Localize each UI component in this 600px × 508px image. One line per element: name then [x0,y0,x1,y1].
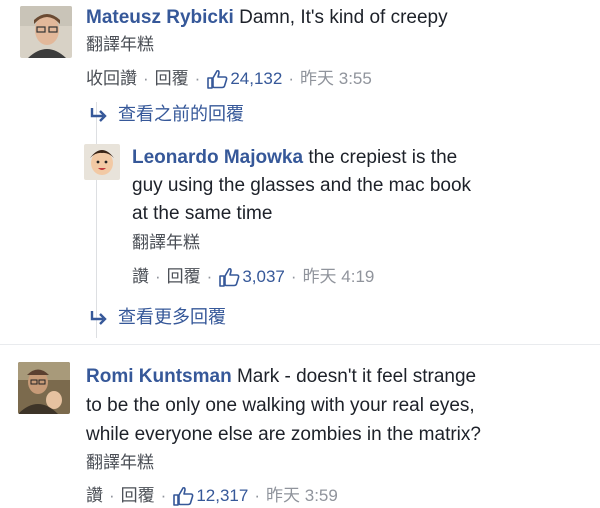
reply-link[interactable]: 回覆 [121,484,155,508]
thumbs-up-icon[interactable] [206,69,228,89]
translate-link[interactable]: 翻譯年糕 [132,232,200,254]
thumbs-up-icon[interactable] [172,486,194,506]
translate-link[interactable]: 翻譯年糕 [86,34,154,56]
avatar-mateusz[interactable] [20,6,72,58]
like-count[interactable]: 24,132 [230,67,282,91]
timestamp[interactable]: 昨天 3:55 [300,67,372,91]
comment-body: while everyone else are zombies in the m… [86,424,481,445]
comment-actions: 讚 · 回覆 · 3,037 · 昨天 4:19 [132,265,374,289]
reply-arrow-icon [90,108,107,122]
comment-text-line: Romi Kuntsman Mark - doesn't it feel str… [86,363,476,391]
thumbs-up-icon[interactable] [218,267,240,287]
view-previous-replies-label[interactable]: 查看之前的回覆 [118,102,244,126]
thread-line [96,102,97,338]
separator: · [155,267,161,286]
separator: · [194,69,201,88]
reply-arrow-icon [90,311,107,325]
comment-actions: 收回讚 · 回覆 · 24,132 · 昨天 3:55 [86,67,372,91]
comment-body: at the same time [132,203,273,224]
comment-body: to be the only one walking with your rea… [86,395,475,416]
separator: · [160,486,167,505]
timestamp[interactable]: 昨天 3:59 [266,484,338,508]
like-count[interactable]: 3,037 [242,265,285,289]
comment-body: the crepiest is the [308,147,458,168]
comment-text-line: Leonardo Majowka the crepiest is the [132,144,457,172]
comment-body: Mark - doesn't it feel strange [236,366,477,387]
separator: · [254,486,261,505]
divider [0,344,600,345]
separator: · [109,486,115,505]
author-name[interactable]: Mateusz Rybicki [86,7,234,28]
avatar-leonardo[interactable] [84,144,120,180]
avatar-romi[interactable] [18,362,70,414]
view-previous-replies-link[interactable]: 查看之前的回覆 [88,102,244,126]
separator: · [290,267,297,286]
view-more-replies-label[interactable]: 查看更多回覆 [118,305,226,329]
reply-link[interactable]: 回覆 [167,265,201,289]
like-link[interactable]: 讚 [132,265,149,289]
like-count[interactable]: 12,317 [196,484,248,508]
view-more-replies-link[interactable]: 查看更多回覆 [88,305,226,329]
separator: · [288,69,295,88]
comment-body: Damn, It's kind of creepy [239,7,448,28]
translate-link[interactable]: 翻譯年糕 [86,452,154,474]
undo-like-link[interactable]: 收回讚 [86,67,137,91]
separator: · [206,267,213,286]
author-name[interactable]: Leonardo Majowka [132,147,303,168]
comment-body: guy using the glasses and the mac book [132,175,472,196]
reply-link[interactable]: 回覆 [155,67,189,91]
like-link[interactable]: 讚 [86,484,103,508]
timestamp[interactable]: 昨天 4:19 [303,265,375,289]
comment-text-line: Mateusz Rybicki Damn, It's kind of creep… [86,4,448,32]
comment-actions: 讚 · 回覆 · 12,317 · 昨天 3:59 [86,484,338,508]
author-name[interactable]: Romi Kuntsman [86,366,232,387]
separator: · [143,69,149,88]
